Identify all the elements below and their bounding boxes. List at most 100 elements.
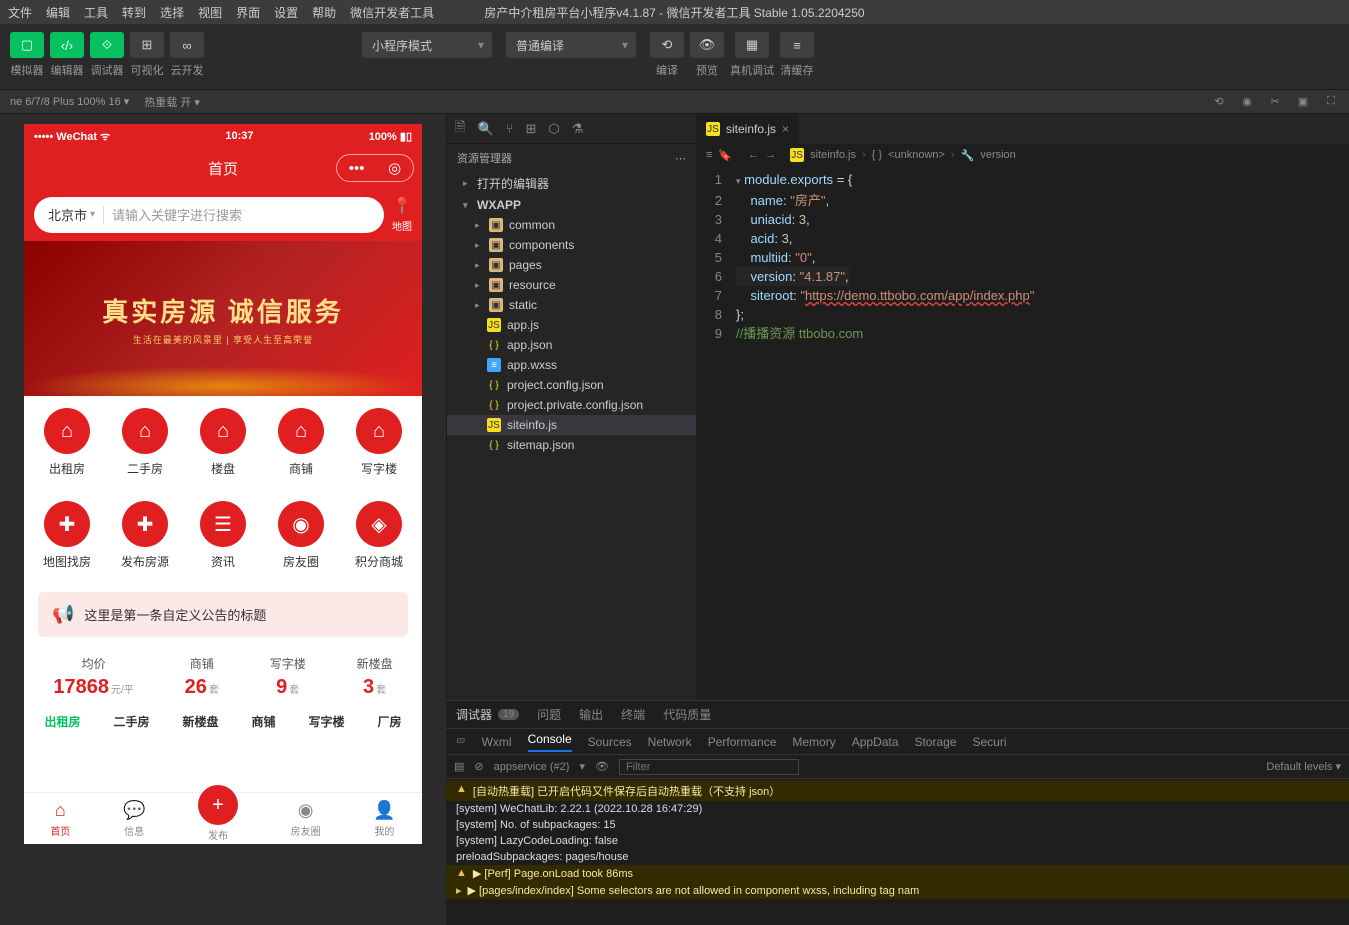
debugger-btn[interactable]: ⟐ [90, 32, 124, 58]
file-appjs[interactable]: JSapp.js [447, 315, 696, 335]
file-sitemap[interactable]: { }sitemap.json [447, 435, 696, 455]
real-debug-btn[interactable]: ▦ [735, 32, 769, 58]
menu-select[interactable]: 选择 [160, 4, 184, 21]
tab-me[interactable]: 👤我的 [373, 800, 395, 838]
screenshot-icon[interactable]: ▣ [1295, 94, 1311, 110]
explorer-tab-beaker[interactable]: ⚗ [572, 121, 584, 137]
hotreload-toggle[interactable]: 热重载 开 ▾ [144, 94, 200, 110]
mode-dropdown[interactable]: 小程序模式 [362, 32, 492, 58]
explorer-tab-search[interactable]: 🔍 [477, 121, 493, 137]
explorer-tab-pkg[interactable]: ⬡ [548, 121, 559, 137]
city-selector[interactable]: 北京市 [48, 205, 95, 224]
devtab-memory[interactable]: Memory [792, 735, 835, 749]
subtab-4[interactable]: 写字楼 [308, 713, 344, 730]
folder-common[interactable]: ▸▣common [447, 215, 696, 235]
file-projectconfig[interactable]: { }project.config.json [447, 375, 696, 395]
menu-edit[interactable]: 编辑 [46, 4, 70, 21]
folder-pages[interactable]: ▸▣pages [447, 255, 696, 275]
levels-selector[interactable]: Default levels ▾ [1266, 760, 1341, 773]
map-button[interactable]: 📍地图 [392, 196, 412, 233]
eye-icon[interactable]: 👁 [595, 760, 609, 773]
devtab-network[interactable]: Network [648, 735, 692, 749]
icon-circle[interactable]: ◉房友圈 [266, 501, 336, 570]
file-projectprivate[interactable]: { }project.private.config.json [447, 395, 696, 415]
menu-tools[interactable]: 工具 [84, 4, 108, 21]
menu-view[interactable]: 视图 [198, 4, 222, 21]
explorer-tab-git[interactable]: ⑂ [506, 121, 514, 136]
visual-btn[interactable]: ⊞ [130, 32, 164, 58]
menu-help[interactable]: 帮助 [312, 4, 336, 21]
subtab-1[interactable]: 二手房 [113, 713, 149, 730]
paneltab-output[interactable]: 输出 [579, 706, 603, 723]
menu-goto[interactable]: 转到 [122, 4, 146, 21]
close-icon[interactable]: × [782, 122, 789, 136]
icon-loupan[interactable]: ⌂楼盘 [188, 408, 258, 477]
cloud-btn[interactable]: ∞ [170, 32, 204, 58]
notice-bar[interactable]: 📢 这里是第一条自定义公告的标题 [38, 592, 408, 637]
paneltab-terminal[interactable]: 终端 [621, 706, 645, 723]
devtab-security[interactable]: Securi [972, 735, 1006, 749]
section-opened[interactable]: ▸打开的编辑器 [447, 172, 696, 195]
icon-news[interactable]: ☰资讯 [188, 501, 258, 570]
menu-file[interactable]: 文件 [8, 4, 32, 21]
subtab-5[interactable]: 厂房 [377, 713, 401, 730]
search-box[interactable]: 北京市 请输入关键字进行搜索 [34, 197, 384, 233]
explorer-more-icon[interactable]: ⋯ [675, 152, 686, 165]
stat-office[interactable]: 写字楼9套 [270, 655, 306, 699]
code-editor[interactable]: 1▾ module.exports = { 2 name: "房产", 3 un… [696, 166, 1349, 700]
editor-btn[interactable]: ‹/› [50, 32, 84, 58]
explorer-tab-ext[interactable]: ⊞ [525, 121, 536, 137]
explorer-tab-files[interactable]: 🗎 [455, 118, 465, 140]
cache-btn[interactable]: ≡ [780, 32, 814, 58]
folder-static[interactable]: ▸▣static [447, 295, 696, 315]
file-appwxss[interactable]: ≡app.wxss [447, 355, 696, 375]
simulator-btn[interactable]: ▢ [10, 32, 44, 58]
stat-new[interactable]: 新楼盘3套 [357, 655, 393, 699]
devtab-wxml[interactable]: Wxml [482, 735, 512, 749]
inspect-icon[interactable]: ⮹ [456, 734, 466, 749]
file-siteinfo[interactable]: JSsiteinfo.js [447, 415, 696, 435]
device-selector[interactable]: ne 6/7/8 Plus 100% 16 ▾ [10, 95, 129, 108]
compile-dropdown[interactable]: 普通编译 [506, 32, 636, 58]
subtab-3[interactable]: 商铺 [251, 713, 275, 730]
console-log[interactable]: ▲[自动热重载] 已开启代码又件保存后自动热重载（不支持 json） [syst… [446, 779, 1349, 925]
subtab-2[interactable]: 新楼盘 [182, 713, 218, 730]
clear-icon[interactable]: ⊘ [474, 760, 483, 773]
icon-mall[interactable]: ◈积分商城 [344, 501, 414, 570]
record-icon[interactable]: ◉ [1239, 94, 1255, 110]
icon-publish[interactable]: ✚发布房源 [110, 501, 180, 570]
devtab-storage[interactable]: Storage [914, 735, 956, 749]
icon-rent[interactable]: ⌂出租房 [32, 408, 102, 477]
compile-btn[interactable]: ⟲ [650, 32, 684, 58]
folder-components[interactable]: ▸▣components [447, 235, 696, 255]
devtab-sources[interactable]: Sources [588, 735, 632, 749]
tab-home[interactable]: ⌂首页 [50, 800, 70, 838]
refresh-icon[interactable]: ⟲ [1211, 94, 1227, 110]
banner[interactable]: 真实房源 诚信服务 生活在最美的风景里 | 享受人生至高荣誉 [24, 241, 422, 396]
editor-tab-siteinfo[interactable]: JSsiteinfo.js× [696, 114, 800, 144]
sidebar-toggle-icon[interactable]: ▤ [454, 760, 464, 773]
menu-settings[interactable]: 设置 [274, 4, 298, 21]
devtab-console[interactable]: Console [528, 732, 572, 752]
tab-msg[interactable]: 💬信息 [123, 800, 145, 838]
icon-office[interactable]: ⌂写字楼 [344, 408, 414, 477]
stat-shop[interactable]: 商铺26套 [185, 655, 219, 699]
capsule[interactable]: •••◎ [336, 154, 414, 182]
cut-icon[interactable]: ✂ [1267, 94, 1283, 110]
subtab-0[interactable]: 出租房 [44, 713, 80, 730]
icon-secondhand[interactable]: ⌂二手房 [110, 408, 180, 477]
paneltab-quality[interactable]: 代码质量 [663, 706, 711, 723]
preview-btn[interactable]: 👁 [690, 32, 724, 58]
icon-mapfind[interactable]: ✚地图找房 [32, 501, 102, 570]
devtab-performance[interactable]: Performance [708, 735, 777, 749]
section-root[interactable]: ▾WXAPP [447, 195, 696, 215]
menu-interface[interactable]: 界面 [236, 4, 260, 21]
expand-icon[interactable]: ⛶ [1323, 94, 1339, 110]
tab-publish[interactable]: +发布 [198, 795, 238, 842]
devtab-appdata[interactable]: AppData [852, 735, 899, 749]
context-selector[interactable]: appservice (#2) [494, 761, 570, 773]
file-appjson[interactable]: { }app.json [447, 335, 696, 355]
paneltab-debugger[interactable]: 调试器 [456, 706, 492, 723]
breadcrumb[interactable]: ≡🔖 ←→ JSsiteinfo.js ›{ }<unknown> ›🔧vers… [696, 144, 1349, 166]
icon-shop[interactable]: ⌂商铺 [266, 408, 336, 477]
